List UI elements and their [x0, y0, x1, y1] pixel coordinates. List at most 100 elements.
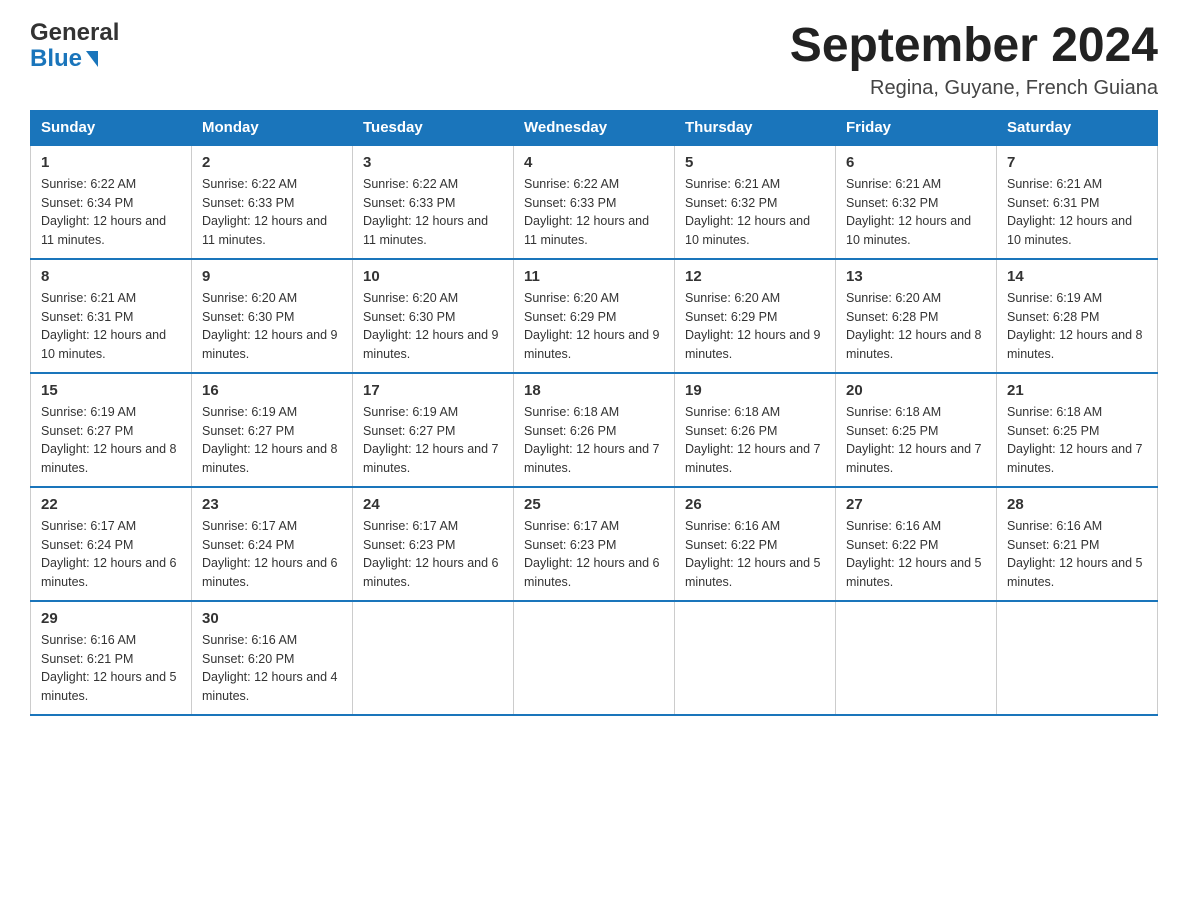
weekday-header-row: SundayMondayTuesdayWednesdayThursdayFrid…: [31, 110, 1158, 145]
sunset-label: Sunset: 6:34 PM: [41, 196, 133, 210]
daylight-label: Daylight: 12 hours and 6 minutes.: [202, 556, 338, 589]
sunrise-label: Sunrise: 6:20 AM: [202, 291, 297, 305]
sunrise-label: Sunrise: 6:20 AM: [524, 291, 619, 305]
day-info: Sunrise: 6:18 AM Sunset: 6:25 PM Dayligh…: [1007, 403, 1147, 478]
calendar-day-cell: 9 Sunrise: 6:20 AM Sunset: 6:30 PM Dayli…: [192, 259, 353, 373]
sunset-label: Sunset: 6:23 PM: [363, 538, 455, 552]
daylight-label: Daylight: 12 hours and 10 minutes.: [685, 214, 810, 247]
calendar-day-cell: 7 Sunrise: 6:21 AM Sunset: 6:31 PM Dayli…: [997, 145, 1158, 259]
sunset-label: Sunset: 6:25 PM: [1007, 424, 1099, 438]
weekday-header-monday: Monday: [192, 110, 353, 145]
day-info: Sunrise: 6:18 AM Sunset: 6:26 PM Dayligh…: [524, 403, 664, 478]
calendar-day-cell: 26 Sunrise: 6:16 AM Sunset: 6:22 PM Dayl…: [675, 487, 836, 601]
day-info: Sunrise: 6:19 AM Sunset: 6:27 PM Dayligh…: [363, 403, 503, 478]
day-info: Sunrise: 6:16 AM Sunset: 6:21 PM Dayligh…: [41, 631, 181, 706]
calendar-day-cell: 5 Sunrise: 6:21 AM Sunset: 6:32 PM Dayli…: [675, 145, 836, 259]
daylight-label: Daylight: 12 hours and 11 minutes.: [202, 214, 327, 247]
day-number: 22: [41, 496, 181, 513]
day-number: 26: [685, 496, 825, 513]
sunrise-label: Sunrise: 6:20 AM: [363, 291, 458, 305]
daylight-label: Daylight: 12 hours and 6 minutes.: [363, 556, 499, 589]
daylight-label: Daylight: 12 hours and 7 minutes.: [1007, 442, 1143, 475]
day-info: Sunrise: 6:22 AM Sunset: 6:34 PM Dayligh…: [41, 175, 181, 250]
day-info: Sunrise: 6:20 AM Sunset: 6:29 PM Dayligh…: [524, 289, 664, 364]
calendar-day-cell: 14 Sunrise: 6:19 AM Sunset: 6:28 PM Dayl…: [997, 259, 1158, 373]
calendar-day-cell: 1 Sunrise: 6:22 AM Sunset: 6:34 PM Dayli…: [31, 145, 192, 259]
day-number: 18: [524, 382, 664, 399]
calendar-day-cell: 12 Sunrise: 6:20 AM Sunset: 6:29 PM Dayl…: [675, 259, 836, 373]
calendar-day-cell: 27 Sunrise: 6:16 AM Sunset: 6:22 PM Dayl…: [836, 487, 997, 601]
sunrise-label: Sunrise: 6:18 AM: [685, 405, 780, 419]
weekday-header-thursday: Thursday: [675, 110, 836, 145]
logo: General Blue: [30, 20, 119, 73]
daylight-label: Daylight: 12 hours and 9 minutes.: [202, 328, 338, 361]
daylight-label: Daylight: 12 hours and 8 minutes.: [1007, 328, 1143, 361]
sunset-label: Sunset: 6:22 PM: [685, 538, 777, 552]
day-info: Sunrise: 6:16 AM Sunset: 6:21 PM Dayligh…: [1007, 517, 1147, 592]
daylight-label: Daylight: 12 hours and 10 minutes.: [1007, 214, 1132, 247]
day-info: Sunrise: 6:16 AM Sunset: 6:22 PM Dayligh…: [685, 517, 825, 592]
day-info: Sunrise: 6:18 AM Sunset: 6:26 PM Dayligh…: [685, 403, 825, 478]
calendar-day-cell: 6 Sunrise: 6:21 AM Sunset: 6:32 PM Dayli…: [836, 145, 997, 259]
calendar-day-cell: 29 Sunrise: 6:16 AM Sunset: 6:21 PM Dayl…: [31, 601, 192, 715]
day-info: Sunrise: 6:22 AM Sunset: 6:33 PM Dayligh…: [363, 175, 503, 250]
daylight-label: Daylight: 12 hours and 11 minutes.: [363, 214, 488, 247]
sunset-label: Sunset: 6:27 PM: [363, 424, 455, 438]
calendar-day-cell: [836, 601, 997, 715]
daylight-label: Daylight: 12 hours and 8 minutes.: [202, 442, 338, 475]
daylight-label: Daylight: 12 hours and 7 minutes.: [846, 442, 982, 475]
daylight-label: Daylight: 12 hours and 5 minutes.: [1007, 556, 1143, 589]
sunset-label: Sunset: 6:26 PM: [685, 424, 777, 438]
calendar-day-cell: 15 Sunrise: 6:19 AM Sunset: 6:27 PM Dayl…: [31, 373, 192, 487]
weekday-header-saturday: Saturday: [997, 110, 1158, 145]
day-number: 3: [363, 154, 503, 171]
day-info: Sunrise: 6:20 AM Sunset: 6:28 PM Dayligh…: [846, 289, 986, 364]
daylight-label: Daylight: 12 hours and 5 minutes.: [685, 556, 821, 589]
calendar-day-cell: 28 Sunrise: 6:16 AM Sunset: 6:21 PM Dayl…: [997, 487, 1158, 601]
sunrise-label: Sunrise: 6:17 AM: [41, 519, 136, 533]
day-number: 8: [41, 268, 181, 285]
sunset-label: Sunset: 6:24 PM: [41, 538, 133, 552]
day-number: 21: [1007, 382, 1147, 399]
sunset-label: Sunset: 6:22 PM: [846, 538, 938, 552]
day-info: Sunrise: 6:19 AM Sunset: 6:28 PM Dayligh…: [1007, 289, 1147, 364]
weekday-header-sunday: Sunday: [31, 110, 192, 145]
sunset-label: Sunset: 6:29 PM: [685, 310, 777, 324]
location: Regina, Guyane, French Guiana: [790, 77, 1158, 100]
day-number: 4: [524, 154, 664, 171]
sunset-label: Sunset: 6:20 PM: [202, 652, 294, 666]
day-number: 14: [1007, 268, 1147, 285]
page-header: General Blue September 2024 Regina, Guya…: [30, 20, 1158, 100]
day-info: Sunrise: 6:21 AM Sunset: 6:31 PM Dayligh…: [1007, 175, 1147, 250]
sunset-label: Sunset: 6:21 PM: [1007, 538, 1099, 552]
sunrise-label: Sunrise: 6:21 AM: [41, 291, 136, 305]
weekday-header-friday: Friday: [836, 110, 997, 145]
sunrise-label: Sunrise: 6:18 AM: [524, 405, 619, 419]
calendar-day-cell: 20 Sunrise: 6:18 AM Sunset: 6:25 PM Dayl…: [836, 373, 997, 487]
daylight-label: Daylight: 12 hours and 10 minutes.: [846, 214, 971, 247]
day-number: 13: [846, 268, 986, 285]
sunrise-label: Sunrise: 6:18 AM: [1007, 405, 1102, 419]
daylight-label: Daylight: 12 hours and 10 minutes.: [41, 328, 166, 361]
sunrise-label: Sunrise: 6:16 AM: [685, 519, 780, 533]
daylight-label: Daylight: 12 hours and 5 minutes.: [41, 670, 177, 703]
sunrise-label: Sunrise: 6:22 AM: [363, 177, 458, 191]
calendar-day-cell: 23 Sunrise: 6:17 AM Sunset: 6:24 PM Dayl…: [192, 487, 353, 601]
sunrise-label: Sunrise: 6:19 AM: [363, 405, 458, 419]
title-section: September 2024 Regina, Guyane, French Gu…: [790, 20, 1158, 100]
sunset-label: Sunset: 6:33 PM: [202, 196, 294, 210]
day-info: Sunrise: 6:19 AM Sunset: 6:27 PM Dayligh…: [41, 403, 181, 478]
daylight-label: Daylight: 12 hours and 4 minutes.: [202, 670, 338, 703]
day-info: Sunrise: 6:20 AM Sunset: 6:29 PM Dayligh…: [685, 289, 825, 364]
calendar-day-cell: 24 Sunrise: 6:17 AM Sunset: 6:23 PM Dayl…: [353, 487, 514, 601]
day-info: Sunrise: 6:19 AM Sunset: 6:27 PM Dayligh…: [202, 403, 342, 478]
day-number: 16: [202, 382, 342, 399]
day-number: 2: [202, 154, 342, 171]
sunset-label: Sunset: 6:33 PM: [363, 196, 455, 210]
day-info: Sunrise: 6:17 AM Sunset: 6:24 PM Dayligh…: [41, 517, 181, 592]
calendar-day-cell: 11 Sunrise: 6:20 AM Sunset: 6:29 PM Dayl…: [514, 259, 675, 373]
sunrise-label: Sunrise: 6:16 AM: [41, 633, 136, 647]
sunrise-label: Sunrise: 6:22 AM: [41, 177, 136, 191]
sunset-label: Sunset: 6:32 PM: [846, 196, 938, 210]
sunrise-label: Sunrise: 6:20 AM: [685, 291, 780, 305]
